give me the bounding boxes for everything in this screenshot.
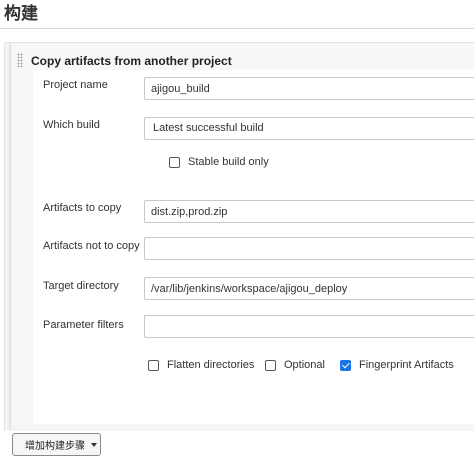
artifacts-not-to-copy-label: Artifacts not to copy — [43, 240, 140, 252]
add-build-step-label: 增加构建步骤 — [25, 441, 85, 452]
optional-checkbox[interactable] — [265, 359, 276, 371]
project-name-label: Project name — [43, 79, 108, 91]
optional-label: Optional — [284, 359, 325, 371]
panel-inner-border — [9, 42, 11, 430]
flatten-directories-label: Flatten directories — [167, 359, 255, 371]
drag-handle-icon[interactable] — [17, 53, 23, 67]
add-build-step-button[interactable]: 增加构建步骤 — [12, 433, 101, 456]
stable-build-only-label: Stable build only — [188, 156, 269, 168]
target-directory-input[interactable] — [144, 277, 474, 300]
section-divider — [0, 28, 474, 29]
fingerprint-artifacts-option[interactable]: Fingerprint Artifacts — [340, 358, 454, 372]
fingerprint-artifacts-label: Fingerprint Artifacts — [359, 359, 454, 371]
flatten-directories-checkbox[interactable] — [148, 359, 159, 371]
artifacts-to-copy-input[interactable] — [144, 200, 474, 223]
artifacts-not-to-copy-input[interactable] — [144, 237, 474, 260]
which-build-label: Which build — [43, 119, 100, 131]
stable-build-only-option[interactable]: Stable build only — [169, 155, 269, 169]
flatten-directories-option[interactable]: Flatten directories — [148, 358, 254, 372]
project-name-input[interactable] — [144, 77, 474, 100]
step-title: Copy artifacts from another project — [31, 54, 232, 68]
parameter-filters-input[interactable] — [144, 315, 474, 338]
target-directory-label: Target directory — [43, 280, 119, 292]
which-build-select[interactable]: Latest successful build — [144, 117, 474, 140]
which-build-selected-value: Latest successful build — [153, 122, 264, 134]
parameter-filters-label: Parameter filters — [43, 319, 124, 331]
chevron-down-icon — [91, 442, 97, 447]
artifacts-to-copy-label: Artifacts to copy — [43, 202, 122, 214]
check-icon[interactable] — [340, 359, 351, 371]
section-title: 构建 — [4, 4, 38, 23]
stable-build-only-checkbox[interactable] — [169, 156, 180, 168]
optional-option[interactable]: Optional — [265, 358, 325, 372]
